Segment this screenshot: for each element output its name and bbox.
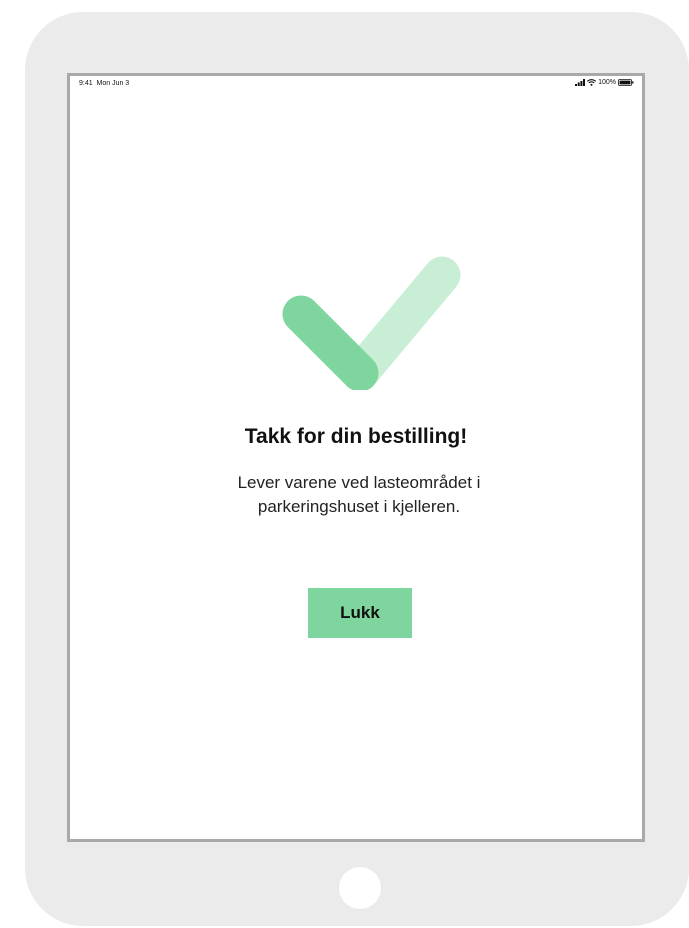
close-button[interactable]: Lukk xyxy=(308,588,412,638)
confirmation-title: Takk for din bestilling! xyxy=(244,425,468,448)
tablet-screen: 9:41 Mon Jun 3 100% Takk for din bestill… xyxy=(67,73,645,842)
checkmark-icon xyxy=(274,238,466,392)
signal-icon xyxy=(575,79,586,86)
confirmation-message: Lever varene ved lasteområdet i parkerin… xyxy=(237,473,481,516)
status-date: Mon Jun 3 xyxy=(96,80,130,87)
status-indicators: 100% xyxy=(575,79,634,86)
home-button[interactable] xyxy=(339,867,381,909)
wifi-icon xyxy=(587,79,597,86)
status-clock: 9:41 xyxy=(79,80,93,87)
battery-icon xyxy=(618,79,634,86)
status-time: 9:41 Mon Jun 3 xyxy=(79,80,129,87)
battery-percentage: 100% xyxy=(598,79,616,86)
tablet-frame: 9:41 Mon Jun 3 100% Takk for din bestill… xyxy=(25,12,689,926)
status-bar: 9:41 Mon Jun 3 100% xyxy=(70,76,642,94)
